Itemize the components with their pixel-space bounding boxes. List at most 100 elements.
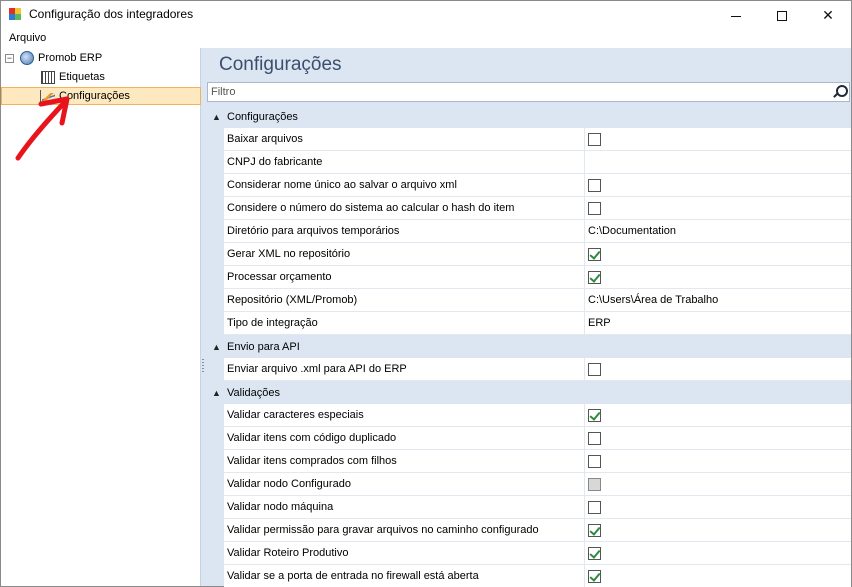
tree-item-configuracoes[interactable]: Configurações [1,87,201,105]
property-row[interactable]: Considerar nome único ao salvar o arquiv… [224,174,851,197]
property-row[interactable]: Tipo de integração ERP [224,312,851,335]
title-bar[interactable]: Configuração dos integradores ✕ [1,1,851,30]
menu-bar: Arquivo [1,30,851,48]
barcode-tag-icon [41,70,55,84]
property-name: Validar permissão para gravar arquivos n… [224,519,585,541]
minimize-icon [731,15,741,17]
property-value [585,128,851,150]
tree-item-label: Configurações [59,90,130,102]
section-label: Validações [227,386,280,399]
checkbox-checked[interactable] [588,408,601,422]
checkbox[interactable] [588,454,601,468]
checkbox[interactable] [588,201,601,215]
property-value [585,427,851,449]
chevron-up-icon[interactable]: ▲ [206,112,227,122]
property-value [585,358,851,380]
checkbox-checked[interactable] [588,569,601,583]
search-icon[interactable] [832,85,848,99]
property-row[interactable]: Validar itens com código duplicado [224,427,851,450]
property-value [585,542,851,564]
minimize-button[interactable] [713,1,759,30]
property-name: Enviar arquivo .xml para API do ERP [224,358,585,380]
section-configuracoes[interactable]: ▲ Configurações [206,105,851,128]
property-row[interactable]: Gerar XML no repositório [224,243,851,266]
property-row[interactable]: Validar nodo Configurado [224,473,851,496]
close-button[interactable]: ✕ [805,1,851,30]
globe-icon [20,51,34,65]
property-row[interactable]: Considere o número do sistema ao calcula… [224,197,851,220]
app-logo-icon [9,8,21,20]
property-row[interactable]: Validar nodo máquina [224,496,851,519]
property-name: CNPJ do fabricante [224,151,585,173]
collapse-toggle-icon[interactable]: − [5,54,14,63]
property-value-field[interactable]: ERP [585,312,851,334]
filter-input[interactable] [208,83,828,101]
window-title: Configuração dos integradores [29,7,194,21]
tree-item-label: Promob ERP [38,52,103,64]
section-validacoes[interactable]: ▲ Validações [206,381,851,404]
property-value-field[interactable]: C:\Documentation [585,220,851,242]
property-name: Diretório para arquivos temporários [224,220,585,242]
tree-item-label: Etiquetas [59,71,105,83]
property-row[interactable]: Validar permissão para gravar arquivos n… [224,519,851,542]
checkbox[interactable] [588,178,601,192]
property-grid: ▲ Configurações Baixar arquivos CNPJ do … [206,105,851,587]
property-value [585,473,851,495]
chevron-up-icon[interactable]: ▲ [206,342,227,352]
property-name: Validar itens com código duplicado [224,427,585,449]
page-title: Configurações [219,54,342,75]
property-name: Validar Roteiro Produtivo [224,542,585,564]
property-row[interactable]: Processar orçamento [224,266,851,289]
property-value-field[interactable]: C:\Users\Área de Trabalho [585,289,851,311]
property-value [585,565,851,587]
splitter-grip-icon[interactable] [202,359,204,373]
chart-settings-icon [40,89,56,103]
property-row[interactable]: Validar se a porta de entrada no firewal… [224,565,851,587]
property-row[interactable]: Validar itens comprados com filhos [224,450,851,473]
section-envio-para-api[interactable]: ▲ Envio para API [206,335,851,358]
property-value [585,519,851,541]
checkbox[interactable] [588,132,601,146]
property-name: Validar nodo máquina [224,496,585,518]
property-value-field[interactable] [585,151,851,173]
checkbox-checked[interactable] [588,247,601,261]
checkbox-checked[interactable] [588,523,601,537]
property-name: Repositório (XML/Promob) [224,289,585,311]
property-name: Processar orçamento [224,266,585,288]
property-row[interactable]: Enviar arquivo .xml para API do ERP [224,358,851,381]
property-row[interactable]: Repositório (XML/Promob) C:\Users\Área de… [224,289,851,312]
property-row[interactable]: CNPJ do fabricante [224,151,851,174]
property-name: Gerar XML no repositório [224,243,585,265]
property-value [585,450,851,472]
property-name: Baixar arquivos [224,128,585,150]
checkbox[interactable] [588,362,601,376]
maximize-button[interactable] [759,1,805,30]
property-value [585,243,851,265]
property-row[interactable]: Validar Roteiro Produtivo [224,542,851,565]
checkbox[interactable] [588,431,601,445]
property-row[interactable]: Baixar arquivos [224,128,851,151]
property-name: Tipo de integração [224,312,585,334]
maximize-icon [777,10,787,21]
checkbox-checked[interactable] [588,546,601,560]
filter-box[interactable] [207,82,850,102]
app-window: Configuração dos integradores ✕ Arquivo … [0,0,852,587]
chevron-up-icon[interactable]: ▲ [206,388,227,398]
property-name: Considere o número do sistema ao calcula… [224,197,585,219]
property-row[interactable]: Diretório para arquivos temporários C:\Do… [224,220,851,243]
property-value [585,266,851,288]
checkbox[interactable] [588,500,601,514]
menu-arquivo[interactable]: Arquivo [9,32,46,44]
checkbox-checked[interactable] [588,270,601,284]
property-name: Validar caracteres especiais [224,404,585,426]
property-value [585,174,851,196]
property-row[interactable]: Validar caracteres especiais [224,404,851,427]
property-value [585,197,851,219]
property-name: Considerar nome único ao salvar o arquiv… [224,174,585,196]
tree-item-etiquetas[interactable]: Etiquetas [41,68,191,86]
section-label: Envio para API [227,340,300,353]
section-label: Configurações [227,110,298,123]
property-name: Validar nodo Configurado [224,473,585,495]
property-value [585,404,851,426]
tree-item-promob-erp[interactable]: Promob ERP [20,49,190,67]
